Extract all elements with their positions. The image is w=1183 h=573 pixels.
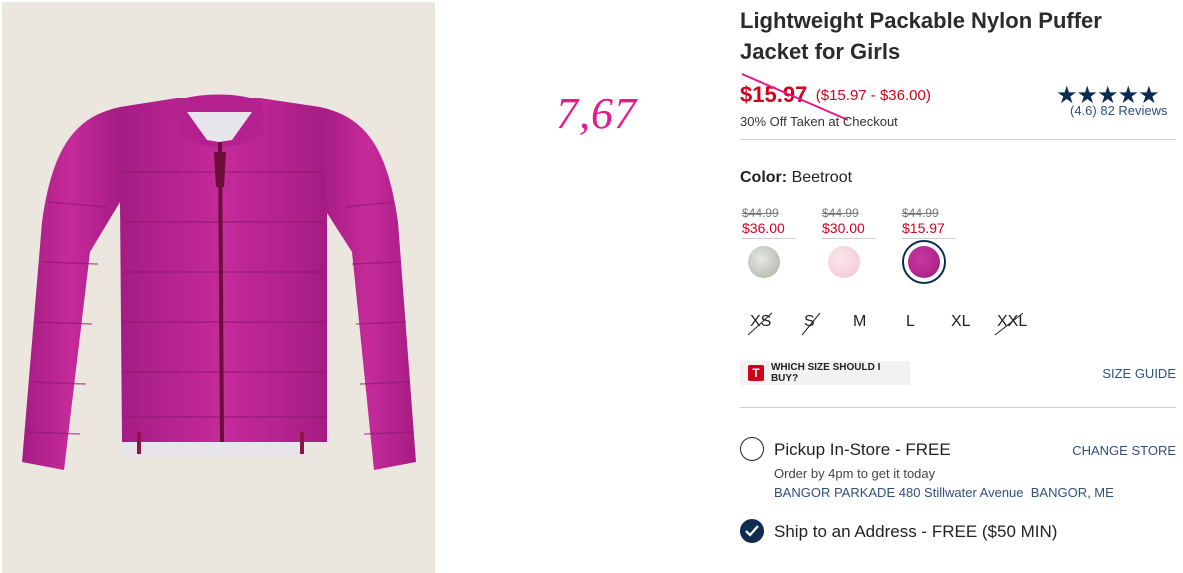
size-option-xs[interactable]: XS	[747, 312, 773, 336]
color-label: Color:	[740, 169, 788, 186]
swatch-dot	[908, 246, 940, 278]
size-option-m[interactable]: M	[853, 313, 866, 331]
color-selection-label: Color: Beetroot	[740, 169, 852, 187]
swatch-now-price: $15.97	[902, 220, 956, 239]
product-title: Lightweight Packable Nylon Puffer Jacket…	[740, 8, 1102, 64]
unavailable-slash-icon	[747, 312, 773, 336]
swatch-dot	[748, 246, 780, 278]
color-swatch-beetroot[interactable]	[902, 240, 946, 284]
swatch-price: $44.99 $15.97	[902, 206, 958, 239]
size-option-xxl[interactable]: XXL	[994, 312, 1027, 336]
pickup-label[interactable]: Pickup In-Store - FREE	[774, 440, 951, 460]
divider	[740, 407, 1176, 408]
size-label: M	[853, 313, 867, 330]
size-option-l[interactable]: L	[906, 313, 915, 331]
swatch-was-price: $44.99	[822, 206, 859, 220]
change-store-link[interactable]: CHANGE STORE	[1072, 443, 1176, 458]
rating[interactable]: ★★★★★ (4.6) 82 Reviews	[1056, 84, 1176, 119]
reviews-link[interactable]: (4.6) 82 Reviews	[1070, 103, 1168, 118]
size-guide-link[interactable]: SIZE GUIDE	[1102, 366, 1176, 381]
size-selector: XS S M L XL XXL	[740, 312, 1060, 336]
swatch-price: $44.99 $36.00	[742, 206, 798, 239]
ship-label[interactable]: Ship to an Address - FREE ($50 MIN)	[774, 522, 1057, 542]
product-details: Lightweight Packable Nylon Puffer Jacket…	[740, 0, 1176, 573]
size-option-xl[interactable]: XL	[951, 313, 971, 331]
swatch-price: $44.99 $30.00	[822, 206, 878, 239]
color-value: Beetroot	[791, 169, 853, 186]
order-note: Order by 4pm to get it today	[774, 466, 936, 481]
which-size-button[interactable]: T WHICH SIZE SHOULD I BUY?	[740, 361, 910, 385]
size-label: XL	[951, 313, 971, 330]
true-fit-icon: T	[748, 365, 764, 381]
swatch-now-price: $36.00	[742, 220, 796, 239]
unavailable-slash-icon	[994, 312, 1024, 336]
swatch-dot	[828, 246, 860, 278]
promo-text: 30% Off Taken at Checkout	[740, 114, 898, 129]
swatch-was-price: $44.99	[742, 206, 779, 220]
store-address-link[interactable]: BANGOR PARKADE 480 Stillwater Avenue BAN…	[774, 485, 1114, 500]
which-size-label: WHICH SIZE SHOULD I BUY?	[770, 362, 881, 384]
divider	[740, 139, 1176, 140]
product-image[interactable]	[2, 2, 435, 573]
ship-radio[interactable]	[740, 519, 764, 543]
swatch-was-price: $44.99	[902, 206, 939, 220]
checkmark-icon	[745, 525, 759, 537]
pickup-radio[interactable]	[740, 437, 764, 461]
unavailable-slash-icon	[801, 312, 821, 336]
swatch-now-price: $30.00	[822, 220, 876, 239]
size-label: L	[906, 313, 915, 330]
color-swatch-pink[interactable]	[822, 240, 866, 284]
color-swatch-gray[interactable]	[742, 240, 786, 284]
size-option-s[interactable]: S	[801, 312, 821, 336]
handwritten-price-annotation: 7,67	[556, 89, 637, 138]
